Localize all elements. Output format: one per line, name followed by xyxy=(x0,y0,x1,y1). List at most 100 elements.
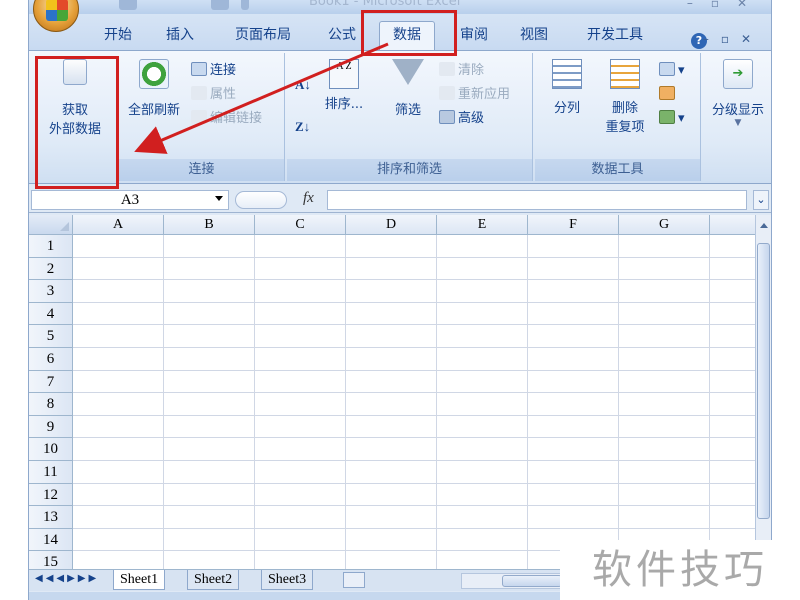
worksheet-grid[interactable]: ABCDEFG 1 2 3 4 5 6 7 8 9 10 11 12 13 14 15 xyxy=(29,215,755,569)
tab-data[interactable]: 数据 xyxy=(379,21,435,51)
tab-review[interactable]: 审阅 xyxy=(449,24,499,46)
formula-input[interactable] xyxy=(327,190,747,210)
tab-home[interactable]: 开始 xyxy=(93,24,143,46)
consolidate-button[interactable] xyxy=(659,85,678,105)
preview-icon[interactable] xyxy=(211,0,229,10)
database-icon xyxy=(63,59,87,85)
name-box-dropdown-icon[interactable] xyxy=(215,196,223,201)
advanced-button[interactable]: 高级 xyxy=(439,109,484,129)
refresh-icon xyxy=(139,59,169,89)
sort-za-icon[interactable]: Z↓ xyxy=(295,117,310,137)
column-header-a[interactable]: A xyxy=(73,215,164,235)
outline-dropdown-icon: ▼ xyxy=(734,118,742,128)
grid-row-line xyxy=(73,369,755,371)
undo-icon[interactable] xyxy=(119,0,137,10)
sort-az-icon[interactable]: A↓ xyxy=(295,75,311,95)
text-to-columns-label: 分列 xyxy=(553,101,580,116)
reapply-button[interactable]: 重新应用 xyxy=(439,85,510,105)
workbook-controls[interactable]: –▫✕ xyxy=(703,32,763,46)
vertical-scroll-thumb[interactable] xyxy=(757,243,770,519)
column-header-b[interactable]: B xyxy=(164,215,255,235)
row-header[interactable]: 5 xyxy=(29,325,73,348)
column-header-e[interactable]: E xyxy=(437,215,528,235)
outline-button[interactable]: ➔ 分级显示 ▼ xyxy=(705,59,771,128)
vertical-scrollbar[interactable] xyxy=(755,215,771,569)
grid-row-line xyxy=(73,279,755,281)
window-controls[interactable]: –▫✕ xyxy=(687,0,765,10)
get-external-line1: 获取 xyxy=(61,103,88,118)
group-label-sort-filter: 排序和筛选 xyxy=(287,159,532,181)
sort-button[interactable]: A Z 排序... xyxy=(319,59,369,112)
column-header-d[interactable]: D xyxy=(346,215,437,235)
grid-column-line xyxy=(254,235,255,569)
row-header[interactable]: 13 xyxy=(29,506,73,529)
filter-button[interactable]: 筛选 xyxy=(383,59,433,118)
column-header-f[interactable]: F xyxy=(528,215,619,235)
advanced-label: 高级 xyxy=(458,111,485,126)
grid-column-line xyxy=(436,235,437,569)
row-header[interactable]: 12 xyxy=(29,483,73,507)
sheet-tab-3[interactable]: Sheet3 xyxy=(261,570,314,590)
grid-row-line xyxy=(73,256,755,258)
advanced-filter-icon xyxy=(439,110,455,124)
expand-formula-bar-button[interactable]: ⌄ xyxy=(753,190,769,210)
scroll-up-icon[interactable] xyxy=(760,223,768,228)
horizontal-scroll-thumb[interactable] xyxy=(502,575,562,587)
row-header[interactable]: 7 xyxy=(29,370,73,394)
column-header-g[interactable]: G xyxy=(619,215,710,235)
grid-row-line xyxy=(73,347,755,348)
group-sort-filter: A↓ Z↓ A Z 排序... 筛选 清除 重新应用 高级 排序和筛选 xyxy=(287,53,533,181)
grid-row-line xyxy=(73,527,755,529)
sheet-tab-1[interactable]: Sheet1 xyxy=(113,570,166,590)
edit-links-button[interactable]: 编辑链接 xyxy=(191,109,262,129)
remove-duplicates-button[interactable]: 删除 重复项 xyxy=(597,59,653,135)
sheet-tab-2[interactable]: Sheet2 xyxy=(187,570,240,590)
row-header[interactable]: 9 xyxy=(29,415,73,439)
quick-access-toolbar xyxy=(91,0,261,14)
get-external-data-button[interactable]: 获取 外部数据 xyxy=(37,59,113,137)
row-header[interactable]: 10 xyxy=(29,438,73,461)
sheet-nav-arrows-icon[interactable]: ◀◀◀▶▶▶ xyxy=(35,573,99,584)
clear-icon xyxy=(439,62,455,76)
row-header[interactable]: 4 xyxy=(29,302,73,326)
tab-page-layout[interactable]: 页面布局 xyxy=(223,24,303,46)
qat-dropdown-icon[interactable] xyxy=(241,0,249,10)
data-validation-button[interactable]: ▾ xyxy=(659,61,685,81)
insert-function-icon[interactable]: fx xyxy=(303,190,314,207)
tab-developer[interactable]: 开发工具 xyxy=(575,24,655,46)
row-header[interactable]: 1 xyxy=(29,235,73,258)
text-to-columns-button[interactable]: 分列 xyxy=(539,59,595,116)
row-header[interactable]: 2 xyxy=(29,257,73,281)
row-header[interactable]: 14 xyxy=(29,528,73,552)
tab-formulas[interactable]: 公式 xyxy=(317,24,367,46)
column-header-c[interactable]: C xyxy=(255,215,346,235)
reapply-icon xyxy=(439,86,455,100)
grid-row-line xyxy=(73,324,755,326)
clear-button[interactable]: 清除 xyxy=(439,61,484,81)
row-header[interactable]: 15 xyxy=(29,551,73,569)
row-header[interactable]: 6 xyxy=(29,348,73,371)
grid-column-line xyxy=(163,235,164,569)
grid-row-line xyxy=(73,301,755,303)
name-box[interactable]: A3 xyxy=(31,190,229,210)
refresh-all-button[interactable]: 全部刷新 xyxy=(121,59,187,118)
ribbon-tabs: 开始 插入 页面布局 公式 数据 审阅 视图 开发工具 ? –▫✕ xyxy=(29,14,771,51)
column-header-partial[interactable] xyxy=(710,215,755,235)
row-header[interactable]: 3 xyxy=(29,280,73,303)
outline-label: 分级显示 xyxy=(711,103,764,118)
properties-button[interactable]: 属性 xyxy=(191,85,236,105)
grid-column-line xyxy=(709,235,710,569)
sort-dialog-icon: A Z xyxy=(329,59,359,89)
what-if-button[interactable]: ▾ xyxy=(659,109,685,129)
row-header[interactable]: 11 xyxy=(29,461,73,484)
filter-label: 筛选 xyxy=(394,103,421,118)
consolidate-icon xyxy=(659,86,675,100)
tab-insert[interactable]: 插入 xyxy=(155,24,205,46)
row-header[interactable]: 8 xyxy=(29,393,73,416)
insert-sheet-icon[interactable] xyxy=(343,572,365,588)
office-logo-icon xyxy=(46,0,68,21)
remove-duplicates-icon xyxy=(610,59,640,89)
select-all-corner[interactable] xyxy=(29,215,73,235)
connections-button[interactable]: 连接 xyxy=(191,61,236,81)
tab-view[interactable]: 视图 xyxy=(509,24,559,46)
